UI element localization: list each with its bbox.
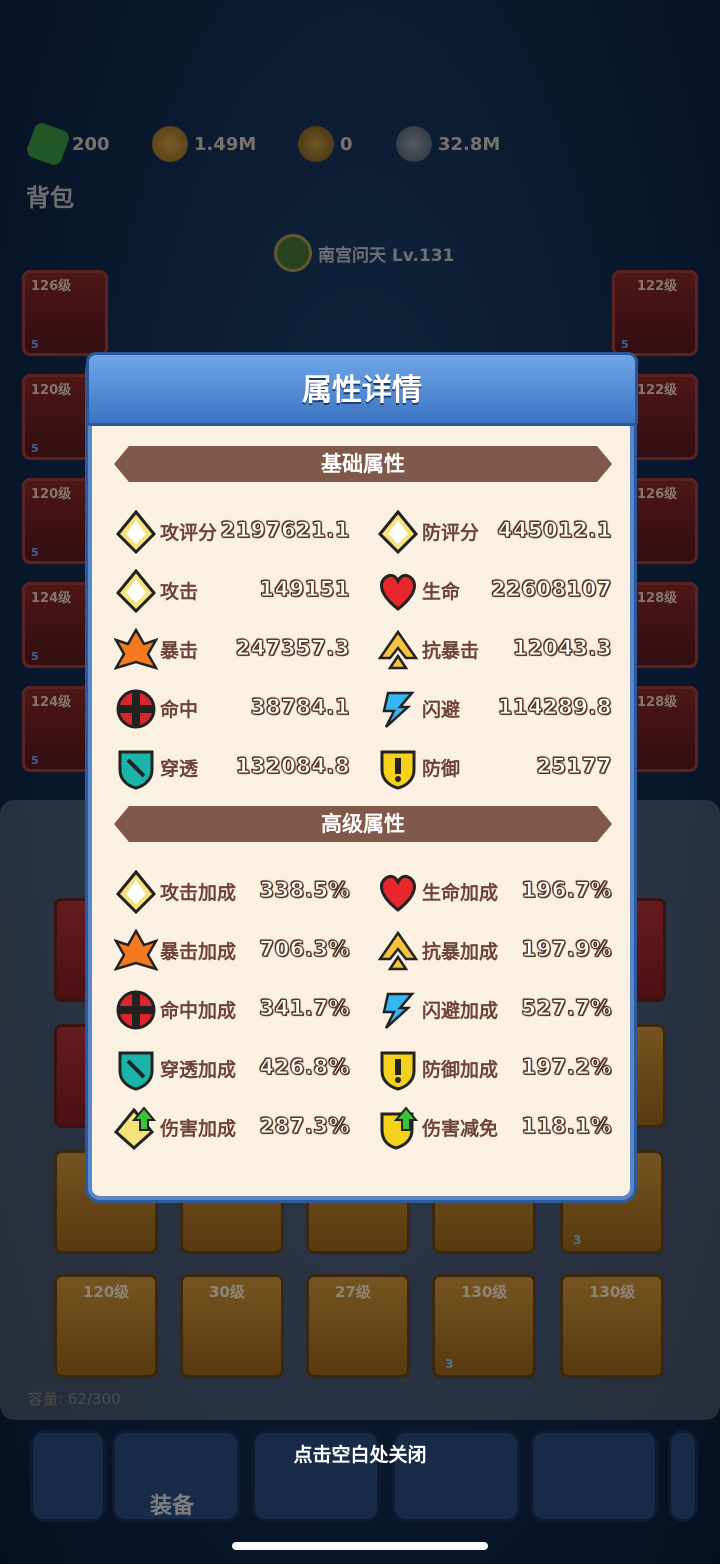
attribute-name: 抗暴加成 [422, 941, 499, 963]
section-title: 基础属性 [321, 452, 405, 476]
attribute-name: 穿透 [160, 758, 199, 780]
attribute-value: 12043.3 [512, 636, 612, 661]
attribute-value: 114289.8 [497, 695, 612, 720]
attribute-name: 攻击加成 [160, 882, 237, 904]
dodge-icon [376, 988, 420, 1032]
attribute-value: 247357.3 [235, 636, 350, 661]
attribute-row: 攻击 149151 [114, 568, 350, 617]
attack-score-icon [114, 509, 158, 555]
attribute-row: 攻评分 2197621.1 [114, 509, 350, 558]
attribute-row: 生命加成 196.7% [376, 870, 612, 918]
attribute-name: 生命 [422, 581, 461, 603]
attribute-value: 2197621.1 [220, 518, 350, 543]
attribute-name: 防评分 [422, 522, 480, 544]
attribute-row: 防御加成 197.2% [376, 1047, 612, 1095]
attribute-name: 命中加成 [160, 1000, 237, 1022]
attribute-name: 伤害减免 [422, 1118, 499, 1140]
damage-up-icon [113, 1106, 158, 1151]
attribute-row: 防评分 445012.1 [376, 509, 612, 558]
attribute-name: 生命加成 [422, 882, 499, 904]
crit-icon [113, 627, 159, 672]
attribute-details-modal: 属性详情 基础属性 高级属性 攻评分 2197621.1 攻击 149151 暴击 247… [86, 352, 638, 1200]
attribute-value: 706.3% [259, 937, 350, 962]
attribute-row: 暴击加成 706.3% [113, 928, 350, 977]
crit-icon [113, 928, 159, 973]
damage-reduce-icon [376, 1106, 420, 1150]
attribute-value: 197.9% [521, 937, 612, 962]
attribute-value: 445012.1 [497, 518, 612, 543]
attribute-value: 38784.1 [250, 695, 350, 720]
attribute-row: 伤害加成 287.3% [113, 1106, 350, 1154]
attribute-name: 防御加成 [422, 1059, 499, 1081]
heart-icon [376, 569, 420, 613]
attribute-value: 287.3% [259, 1114, 350, 1139]
modal-title: 属性详情 [302, 373, 422, 408]
attribute-name: 抗暴击 [422, 640, 480, 662]
basic-attributes-header: 基础属性 [114, 446, 612, 482]
attribute-row: 抗暴击 12043.3 [376, 628, 612, 676]
attribute-value: 118.1% [521, 1114, 612, 1139]
heart-icon [376, 870, 420, 914]
attribute-value: 338.5% [259, 878, 350, 903]
attribute-name: 闪避 [422, 699, 461, 721]
hit-icon [114, 687, 158, 731]
attribute-value: 132084.8 [235, 754, 350, 779]
attribute-value: 341.7% [259, 996, 350, 1021]
anti-crit-icon [376, 628, 420, 672]
attribute-value: 196.7% [521, 878, 612, 903]
attribute-value: 527.7% [521, 996, 612, 1021]
shield-icon [376, 746, 420, 790]
attribute-row: 攻击加成 338.5% [114, 869, 350, 918]
dodge-icon [376, 687, 420, 731]
attribute-name: 暴击加成 [160, 941, 237, 963]
anti-crit-icon [376, 929, 420, 973]
attribute-value: 25177 [536, 754, 612, 779]
attribute-row: 伤害减免 118.1% [376, 1106, 612, 1154]
section-title: 高级属性 [321, 812, 405, 836]
attribute-row: 闪避加成 527.7% [376, 988, 612, 1036]
attribute-row: 穿透加成 426.8% [114, 1047, 350, 1095]
attribute-row: 抗暴加成 197.9% [376, 929, 612, 977]
attribute-name: 攻击 [160, 581, 199, 603]
attribute-name: 防御 [422, 758, 461, 780]
attribute-value: 149151 [259, 577, 350, 602]
attribute-row: 命中 38784.1 [114, 687, 350, 735]
attribute-value: 426.8% [259, 1055, 350, 1080]
attack-icon [114, 869, 158, 915]
attribute-name: 伤害加成 [160, 1118, 237, 1140]
penetration-icon [114, 1047, 158, 1091]
attribute-row: 暴击 247357.3 [113, 627, 350, 676]
modal-header: 属性详情 [86, 352, 638, 426]
attribute-value: 22608107 [491, 577, 612, 602]
attribute-name: 暴击 [160, 640, 199, 662]
penetration-icon [114, 746, 158, 790]
advanced-attributes-header: 高级属性 [114, 806, 612, 842]
home-indicator[interactable] [232, 1542, 488, 1550]
attribute-name: 命中 [160, 699, 199, 721]
hit-icon [114, 988, 158, 1032]
attribute-row: 命中加成 341.7% [114, 988, 350, 1036]
attribute-row: 穿透 132084.8 [114, 746, 350, 794]
attribute-value: 197.2% [521, 1055, 612, 1080]
defense-score-icon [376, 509, 420, 555]
attribute-row: 生命 22608107 [376, 569, 612, 617]
shield-icon [376, 1047, 420, 1091]
attribute-row: 闪避 114289.8 [376, 687, 612, 735]
attribute-name: 攻评分 [160, 522, 218, 544]
attack-icon [114, 568, 158, 614]
close-hint: 点击空白处关闭 [293, 1444, 427, 1466]
attribute-name: 闪避加成 [422, 1000, 499, 1022]
attribute-row: 防御 25177 [376, 746, 612, 794]
attribute-name: 穿透加成 [160, 1059, 237, 1081]
